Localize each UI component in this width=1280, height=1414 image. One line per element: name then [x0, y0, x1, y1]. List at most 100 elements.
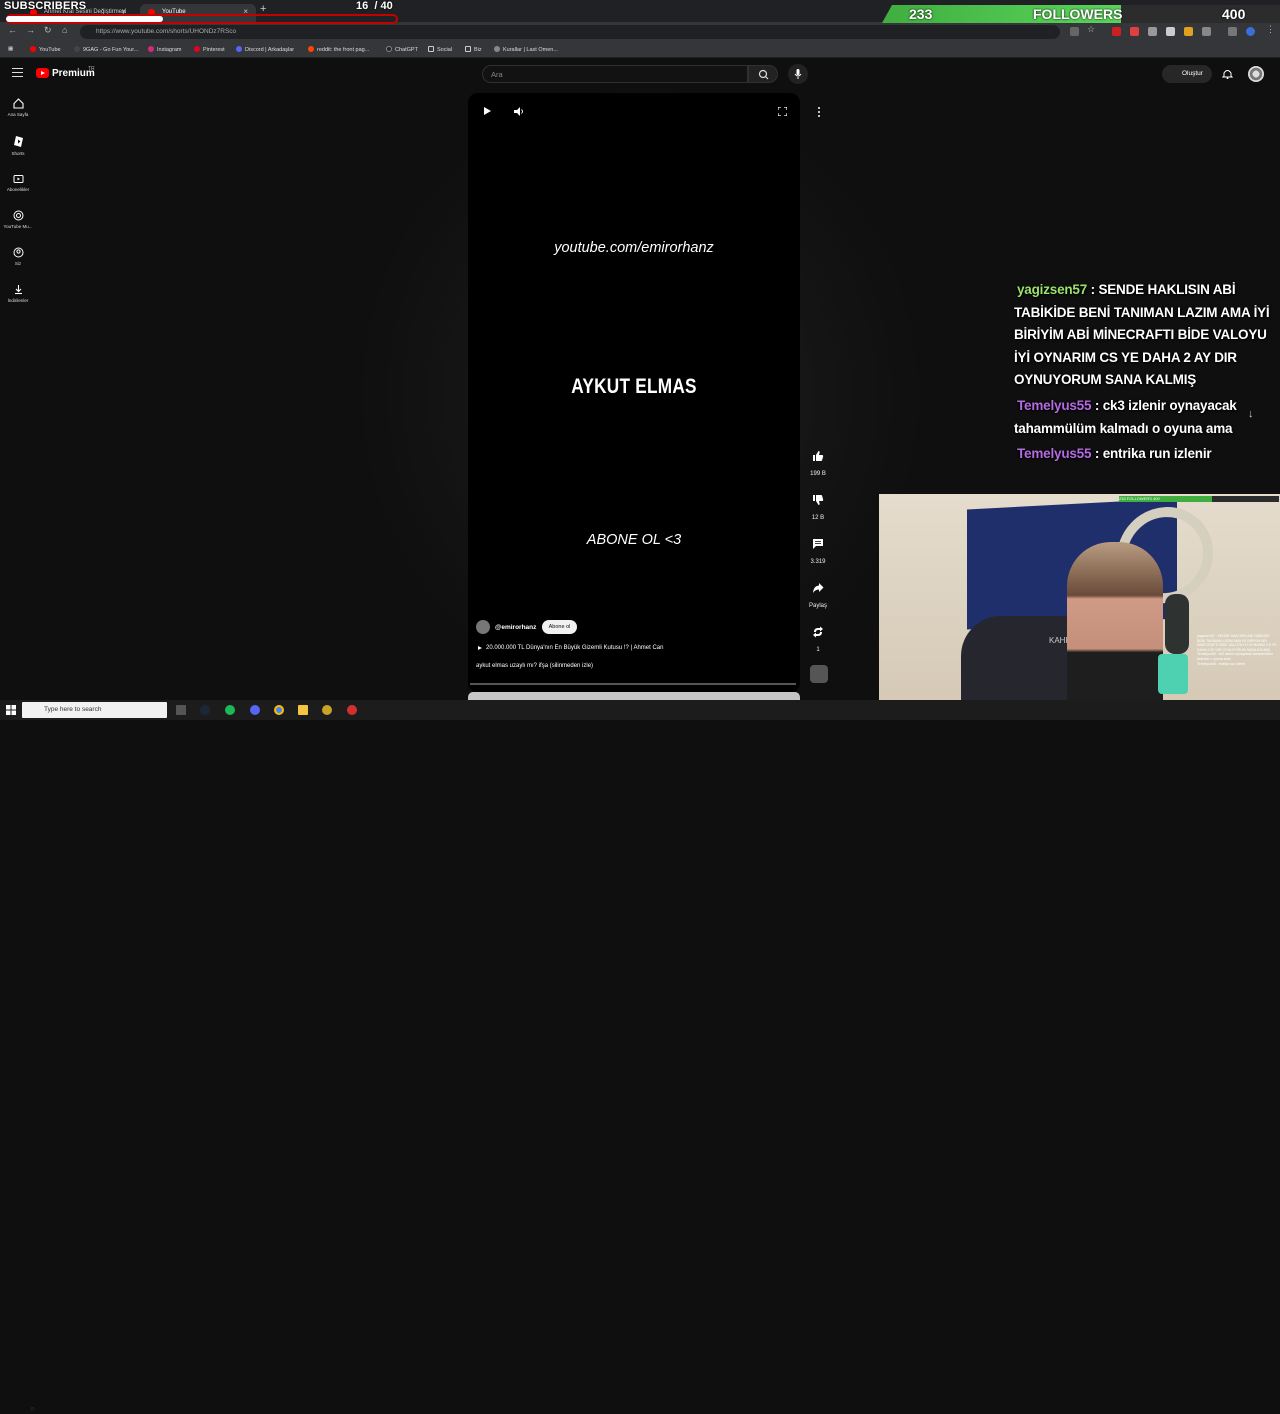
extension-icon[interactable]	[1130, 27, 1139, 36]
chrome-icon[interactable]	[274, 705, 284, 715]
extension-icon[interactable]	[1148, 27, 1157, 36]
bookmark-youtube[interactable]: YouTube	[30, 46, 61, 53]
extension-icon[interactable]	[1166, 27, 1175, 36]
linked-video-title[interactable]: 20.000.000 TL Dünya'nın En Büyük Gizemli…	[486, 645, 663, 651]
webcam-chat-mini-line: Temelyus55 : entrika run izlenir	[1197, 661, 1246, 666]
short-description: aykut elmas uzaylı mı? ifşa (silinmeden …	[476, 663, 594, 669]
search-icon: ⌕	[30, 1403, 36, 1413]
steam-icon[interactable]	[200, 705, 210, 715]
url-bar[interactable]: https://www.youtube.com/shorts/UHONDz7RS…	[80, 25, 1060, 39]
audio-source-thumbnail[interactable]	[810, 665, 828, 683]
account-avatar[interactable]	[1248, 66, 1264, 82]
extension-icon[interactable]	[1184, 27, 1193, 36]
followers-current: 233	[909, 6, 933, 22]
create-button[interactable]: Oluştur	[1162, 65, 1212, 83]
remix-button[interactable]: 1	[806, 625, 830, 653]
extensions-puzzle-icon[interactable]	[1202, 27, 1211, 36]
bookmark-star-icon[interactable]: ☆	[1087, 24, 1095, 35]
subscribers-count: 16 / 40	[356, 0, 393, 12]
more-options-icon[interactable]	[815, 104, 823, 120]
search-input[interactable]: Ara	[482, 65, 748, 83]
taskbar-search-input[interactable]: Type here to search	[22, 702, 167, 718]
bookmark-9gag[interactable]: 9GAG - Go Fun Your...	[74, 46, 138, 53]
search-button[interactable]	[748, 65, 778, 83]
share-button[interactable]: Paylaş	[806, 581, 830, 609]
headset	[1165, 594, 1189, 654]
fullscreen-icon[interactable]	[778, 107, 787, 116]
sidebar-item-you[interactable]: Siz	[0, 247, 36, 266]
obs-icon[interactable]	[347, 705, 357, 715]
bookmark-reddit[interactable]: reddit: the front pag...	[308, 46, 369, 53]
bookmark-kurallar[interactable]: Kurallar | Last Omen...	[494, 46, 558, 53]
sidebar-item-home[interactable]: Ana Sayfa	[0, 98, 36, 117]
bookmark-instagram[interactable]: Instagram	[148, 46, 181, 53]
scroll-down-arrow-icon[interactable]: ↓	[1248, 408, 1254, 420]
chat-text: SENDE HAKLISIN ABİ TABİKİDE BENİ TANIMAN…	[1014, 282, 1270, 387]
bookmark-chatgpt[interactable]: ChatGPT	[386, 46, 418, 53]
youtube-logo-icon[interactable]	[36, 68, 49, 78]
sidebar-item-shorts[interactable]: Shorts	[0, 135, 36, 156]
share-label: Paylaş	[808, 603, 827, 609]
extension-icon[interactable]	[1112, 27, 1121, 36]
back-icon[interactable]: ←	[8, 25, 17, 35]
reload-icon[interactable]: ↻	[44, 25, 52, 36]
home-icon	[12, 98, 24, 109]
webcam-followers-mini: 233 FOLLOWERS 400	[1119, 496, 1279, 502]
like-button[interactable]: 199 B	[806, 449, 830, 477]
bookmark-pinterest[interactable]: Pinterest	[194, 46, 225, 53]
menu-dots-icon[interactable]: ⋮	[1266, 24, 1275, 35]
bookmark-folder-social[interactable]: Social	[428, 46, 452, 53]
windows-start-icon[interactable]	[6, 705, 16, 715]
streamer-person	[1067, 542, 1163, 720]
comments-button[interactable]: 3.319	[806, 537, 830, 565]
discord-icon[interactable]	[250, 705, 260, 715]
chatgpt-icon	[386, 46, 392, 52]
bookmark-folder-biz[interactable]: Biz	[465, 46, 482, 53]
folder-icon	[465, 46, 471, 52]
remix-icon	[813, 626, 823, 638]
video-progress-bar[interactable]	[470, 683, 796, 685]
task-view-icon[interactable]	[176, 705, 186, 715]
url-text: https://www.youtube.com/shorts/UHONDz7RS…	[96, 28, 237, 35]
profile-icon[interactable]	[1246, 27, 1255, 36]
pinterest-icon	[194, 46, 200, 52]
sidebar-item-subscriptions[interactable]: Abonelikler	[0, 173, 36, 192]
sidebar-icon[interactable]	[1228, 27, 1237, 36]
home-icon[interactable]: ⌂	[62, 25, 67, 35]
windows-taskbar: Type here to search ⌕	[0, 700, 1280, 1413]
video-overlay-cta: ABONE OL <3	[586, 532, 682, 548]
chat-message: yagizsen57 : SENDE HAKLISIN ABİ TABİKİDE…	[1014, 282, 1270, 387]
spotify-icon[interactable]	[225, 705, 235, 715]
volume-icon[interactable]	[514, 107, 524, 116]
sidebar-item-downloads[interactable]: İndirilenler	[0, 284, 36, 303]
subscriptions-icon	[13, 175, 23, 183]
bookmark-discord[interactable]: Discord | Arkadaşlar	[236, 46, 294, 53]
youtube-icon	[30, 46, 36, 52]
notifications-bell-icon[interactable]	[1222, 68, 1233, 79]
sidebar-item-youtube-music[interactable]: YouTube Mu...	[0, 210, 36, 229]
voice-search-button[interactable]	[788, 64, 808, 84]
channel-name[interactable]: @emirorhanz	[495, 624, 536, 631]
followers-goal: 400	[1222, 6, 1246, 22]
bookmarks-bar: ▦ YouTube 9GAG - Go Fun Your... Instagra…	[0, 42, 1280, 58]
microphone-icon	[794, 69, 802, 79]
league-client-icon[interactable]	[322, 705, 332, 715]
apps-grid-icon[interactable]: ▦	[8, 46, 13, 52]
menu-icon[interactable]	[12, 68, 23, 77]
webcam-chat-mini-line: Temelyus55 : ck3 izlenir oynayacak taham…	[1197, 652, 1274, 661]
forward-icon[interactable]: →	[26, 25, 35, 35]
subscribers-goal-fill	[6, 16, 163, 22]
shorts-icon	[13, 136, 23, 147]
subscribe-button[interactable]: Abone ol	[542, 620, 577, 634]
reddit-icon	[308, 46, 314, 52]
share-icon	[813, 583, 824, 593]
play-icon[interactable]	[484, 107, 491, 115]
download-icon	[14, 285, 22, 295]
chat-username: Temelyus55	[1017, 398, 1092, 413]
search-icon	[758, 69, 769, 80]
cast-icon[interactable]	[1070, 27, 1079, 36]
channel-avatar[interactable]	[476, 620, 490, 634]
dislike-button[interactable]: 12 B	[806, 493, 830, 521]
video-overlay-title: AYKUT ELMAS	[571, 375, 697, 398]
file-explorer-icon[interactable]	[298, 705, 308, 715]
